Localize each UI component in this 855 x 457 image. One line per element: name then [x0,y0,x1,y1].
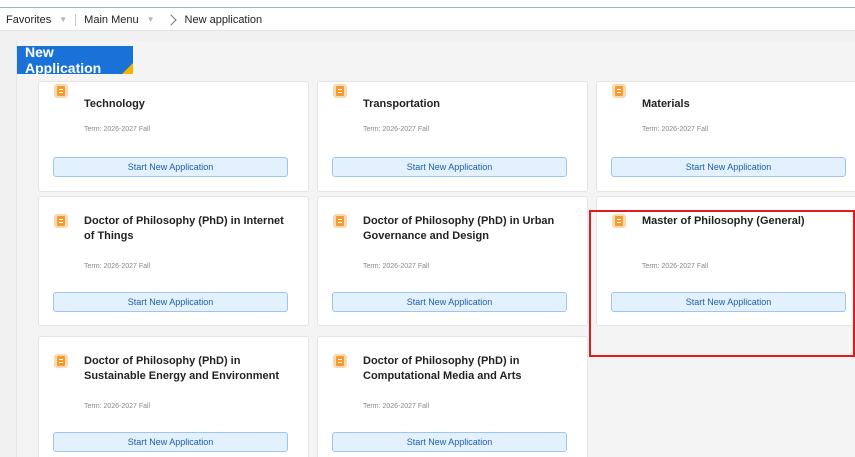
document-icon [333,354,347,368]
program-term: Term: 2026-2027 Fall [642,263,709,270]
nav-current-page: New application [184,13,263,26]
program-title: Doctor of Philosophy (PhD) in Urban Gove… [363,215,555,242]
page-frame: Technology Term: 2026-2027 Fall Start Ne… [0,31,855,457]
program-title: Doctor of Philosophy (PhD) in Computatio… [363,355,522,382]
start-new-application-button[interactable]: Start New Application [611,157,846,177]
program-title: Materials [642,98,690,110]
document-icon [54,84,68,98]
program-term: Term: 2026-2027 Fall [84,263,151,270]
start-new-application-button[interactable]: Start New Application [332,432,567,452]
program-card: Materials Term: 2026-2027 Fall Start New… [596,81,855,192]
program-term: Term: 2026-2027 Fall [84,403,151,410]
program-term: Term: 2026-2027 Fall [363,126,430,133]
new-application-header: New Application [17,44,133,76]
divider [75,13,77,26]
document-icon [612,214,626,228]
program-title: Doctor of Philosophy (PhD) in Sustainabl… [84,355,279,382]
section-title: New Application [25,44,102,76]
tag-corner [122,63,133,74]
program-term: Term: 2026-2027 Fall [363,263,430,270]
program-card: Doctor of Philosophy (PhD) in Sustainabl… [38,336,309,457]
start-new-application-button[interactable]: Start New Application [332,157,567,177]
program-card: Doctor of Philosophy (PhD) in Internet o… [38,196,309,326]
start-new-application-button[interactable]: Start New Application [332,292,567,312]
program-title: Transportation [363,98,441,110]
breadcrumb: Favorites ▼ Main Menu ▼ New application [0,9,855,31]
program-title: Master of Philosophy (General) [642,215,805,227]
program-term: Term: 2026-2027 Fall [363,403,430,410]
top-border [0,0,855,8]
program-card: Doctor of Philosophy (PhD) in Urban Gove… [317,196,588,326]
chevron-down-icon[interactable]: ▼ [147,15,155,24]
program-term: Term: 2026-2027 Fall [84,126,151,133]
nav-main-menu[interactable]: Main Menu [84,14,138,26]
document-icon [612,84,626,98]
program-title: Technology [84,98,145,110]
chevron-down-icon[interactable]: ▼ [59,15,67,24]
program-card: Doctor of Philosophy (PhD) in Computatio… [317,336,588,457]
nav-favorites[interactable]: Favorites [0,14,51,26]
program-card: Master of Philosophy (General) Term: 202… [596,196,855,326]
program-card: Technology Term: 2026-2027 Fall Start Ne… [38,81,309,192]
program-term: Term: 2026-2027 Fall [642,126,709,133]
applications-panel[interactable]: Technology Term: 2026-2027 Fall Start Ne… [16,41,855,457]
document-icon [333,84,347,98]
chevron-right-icon [164,13,177,26]
document-icon [54,214,68,228]
start-new-application-button[interactable]: Start New Application [53,292,288,312]
program-title: Doctor of Philosophy (PhD) in Internet o… [84,215,284,242]
document-icon [54,354,68,368]
start-new-application-button[interactable]: Start New Application [53,157,288,177]
start-new-application-button[interactable]: Start New Application [53,432,288,452]
document-icon [333,214,347,228]
program-card: Transportation Term: 2026-2027 Fall Star… [317,81,588,192]
start-new-application-button[interactable]: Start New Application [611,292,846,312]
